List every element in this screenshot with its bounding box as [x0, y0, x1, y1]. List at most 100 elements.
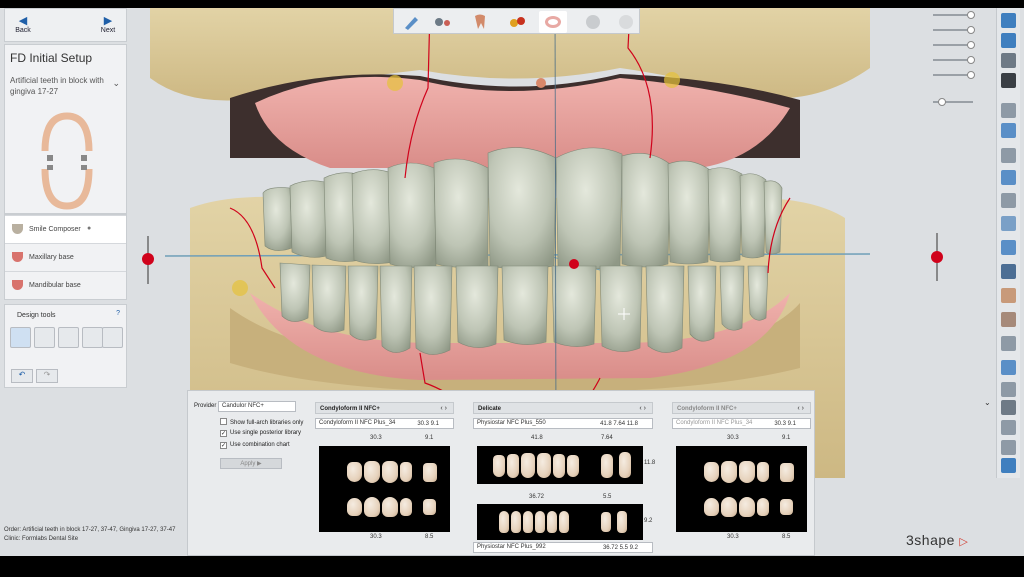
card-nav-arrows[interactable]: ‹ › [440, 405, 447, 412]
transform-icon[interactable] [1001, 420, 1016, 435]
move-tool-icon[interactable] [82, 327, 103, 348]
smile-tool-icon[interactable] [10, 327, 31, 348]
combination-chart-checkbox[interactable]: ✓ Use combination chart [220, 442, 290, 449]
opacity-slider-2[interactable] [933, 26, 981, 34]
color-palette-icon[interactable] [504, 11, 532, 33]
book-icon[interactable] [1001, 264, 1016, 279]
face-photo-icon[interactable] [1001, 288, 1016, 303]
order-text: Order: Artificial teeth in block 17-27, … [4, 527, 176, 533]
back-button[interactable]: ◀ Back [5, 9, 41, 43]
chevron-down-icon[interactable]: ⌄ [984, 398, 991, 407]
library-card-anterior-lower: Condyloform II NFC+ ‹ › Condyloform II NF… [672, 402, 811, 552]
brush-tool-icon[interactable] [102, 327, 123, 348]
ruler-icon[interactable] [1001, 193, 1016, 208]
scan-icon[interactable] [1001, 336, 1016, 351]
camera-icon[interactable] [1001, 360, 1016, 375]
pen-tool-icon[interactable] [397, 11, 425, 33]
order-info: Order: Artificial teeth in block 17-27, … [4, 526, 175, 544]
tool-options-icon[interactable] [429, 11, 457, 33]
view-options-icon[interactable] [1001, 53, 1016, 68]
card-header: Condyloform II NFC+ ‹ › [315, 402, 454, 414]
ghost-view-icon[interactable] [579, 11, 607, 33]
measure-icon[interactable] [1001, 170, 1016, 185]
step-mandibular-base[interactable]: Mandibular base [5, 271, 126, 299]
play-icon: ▶ [257, 461, 262, 467]
undo-button[interactable]: ↶ [11, 369, 33, 383]
arrow-right-icon: ▶ [103, 15, 113, 27]
tooth-root-icon[interactable] [466, 11, 494, 33]
smile-icon [12, 224, 23, 234]
opacity-slider-5[interactable] [933, 71, 981, 79]
library-card-delicate: Delicate ‹ › Physiostar NFC Plus_550 41.8 … [473, 402, 655, 556]
fullscreen-icon[interactable] [1001, 33, 1016, 48]
tooth-preview-lower [477, 504, 643, 540]
tooth-library-icon[interactable] [1001, 216, 1016, 231]
logo-triangle-icon: ▷ [959, 536, 969, 548]
chevron-down-icon[interactable]: ⌄ [112, 78, 120, 89]
group-tool-icon[interactable] [58, 327, 79, 348]
provider-label: Provider [194, 403, 217, 409]
arrow-left-icon: ◀ [18, 15, 28, 27]
card-header: Condyloform II NFC+ ‹ › [672, 402, 811, 414]
move-view-icon[interactable] [1001, 382, 1016, 397]
midline-handle [569, 259, 579, 269]
clinic-text: Clinic: Formlabs Dental Site [4, 536, 79, 542]
tooth-library-panel: Provider Candulor NFC+ Show full-arch li… [187, 390, 815, 556]
app-window: ◀ Back ▶ Next FD Initial Setup Artificia… [0, 8, 1024, 556]
mandibular-base-icon [12, 280, 23, 290]
redo-button[interactable]: ↷ [36, 369, 58, 383]
upper-handle [536, 78, 546, 88]
next-button[interactable]: ▶ Next [90, 9, 126, 43]
library-card-anterior-upper: Condyloform II NFC+ ‹ › Condyloform II NF… [315, 402, 454, 552]
design-tools-title: Design tools [17, 312, 56, 319]
card-nav-arrows[interactable]: ‹ › [797, 405, 804, 412]
provider-select[interactable]: Candulor NFC+ [218, 401, 296, 412]
step-panel: FD Initial Setup Artificial teeth in blo… [4, 44, 127, 214]
apply-button[interactable]: Apply ▶ [220, 458, 282, 469]
right-toolbar [996, 8, 1020, 478]
section-icon[interactable] [1001, 148, 1016, 163]
arch-diagram-icon [41, 112, 93, 210]
step-maxillary-base[interactable]: Maxillary base [5, 243, 126, 271]
letterbox-bottom [0, 556, 1024, 577]
card-nav-arrows[interactable]: ‹ › [639, 405, 646, 412]
step-smile-composer[interactable]: Smile Composer ● [5, 215, 126, 243]
tooth-preview-upper [477, 446, 643, 484]
page-title: FD Initial Setup [10, 51, 93, 65]
smile-photo-icon[interactable] [1001, 312, 1016, 327]
opacity-slider-6[interactable] [933, 98, 981, 106]
card-header: Delicate ‹ › [473, 402, 653, 414]
brand-logo: 3shape ▷ [906, 532, 969, 548]
card-select[interactable]: Condyloform II NFC Plus_34 30.3 9.1 [315, 418, 454, 429]
wizard-nav: ◀ Back ▶ Next [4, 8, 127, 42]
design-tools-panel: Design tools ? ↶ ↷ [4, 304, 127, 388]
export-icon[interactable] [1001, 458, 1016, 473]
opacity-slider-4[interactable] [933, 56, 981, 64]
card-select-lower[interactable]: Physiostar NFC Plus_992 36.72 5.5 9.2 [473, 542, 653, 553]
step-list: Smile Composer ● Maxillary base Mandibul… [4, 214, 127, 300]
sculpt-tool-icon[interactable] [34, 327, 55, 348]
single-posterior-checkbox[interactable]: ✓ Use single posterior library [220, 430, 301, 437]
transparent-view-icon[interactable] [612, 11, 640, 33]
left-panel: ◀ Back ▶ Next FD Initial Setup Artificia… [4, 8, 127, 388]
card-select[interactable]: Condyloform II NFC Plus_34 30.3 9.1 [672, 418, 811, 429]
view-toolbar [393, 8, 640, 34]
hat-icon[interactable] [1001, 73, 1016, 88]
align-icon[interactable] [1001, 240, 1016, 255]
tooth-preview-image [676, 446, 807, 532]
help-icon[interactable]: ? [116, 310, 120, 317]
expand-down-icon[interactable] [1001, 400, 1016, 415]
opacity-slider-1[interactable] [933, 11, 981, 19]
jaw-view-icon[interactable] [539, 11, 567, 33]
screenshot-icon[interactable] [1001, 13, 1016, 28]
mesh-icon[interactable] [1001, 103, 1016, 118]
info-icon: ● [87, 225, 92, 232]
grid-icon[interactable] [1001, 440, 1016, 455]
show-full-arch-checkbox[interactable]: Show full-arch libraries only [220, 418, 303, 426]
layers-icon[interactable] [1001, 123, 1016, 138]
card-select[interactable]: Physiostar NFC Plus_550 41.8 7.64 11.8 [473, 418, 653, 429]
step-subtitle: Artificial teeth in block with gingiva 1… [10, 76, 104, 96]
maxillary-base-icon [12, 252, 23, 262]
tooth-preview-image [319, 446, 450, 532]
opacity-slider-3[interactable] [933, 41, 981, 49]
